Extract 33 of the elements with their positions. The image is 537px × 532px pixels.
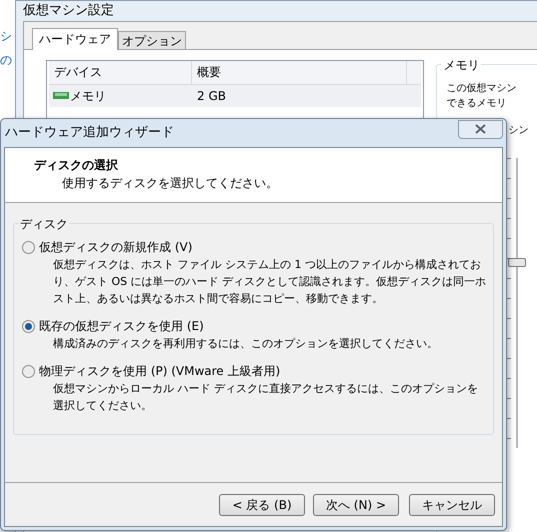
column-header: 概要 [192, 60, 407, 84]
radio-option[interactable]: 物理ディスクを使用 (P) (VMware 上級者用) [22, 362, 487, 380]
radio-option[interactable]: 既存の仮想ディスクを使用 (E) [22, 317, 487, 335]
window-title: 仮想マシン設定 [23, 2, 114, 20]
device-row[interactable]: メモリ 2 GB [49, 84, 422, 106]
background-text: の [0, 52, 13, 68]
close-icon [475, 124, 486, 134]
radio-button[interactable] [22, 320, 35, 332]
memory-slider[interactable] [506, 158, 528, 448]
radio-button[interactable] [22, 364, 35, 378]
wizard-button[interactable]: 次へ (N) > [313, 494, 399, 516]
slider-thumb[interactable] [508, 258, 526, 267]
memory-description: できるメモリ [446, 96, 506, 110]
memory-description: この仮想マシン [446, 82, 516, 96]
radio-option[interactable]: 仮想ディスクの新規作成 (V) [22, 238, 487, 256]
memory-icon [53, 91, 69, 100]
tab[interactable]: ハードウェア [32, 28, 118, 50]
tab[interactable]: オプション [118, 30, 186, 48]
radio-button[interactable] [22, 240, 35, 254]
wizard-button[interactable]: キャンセル [409, 494, 495, 516]
header-subtitle: 使用するディスクを選択してください。 [61, 175, 279, 192]
wizard-button[interactable]: < 戻る (B) [219, 494, 305, 516]
option-description: 仮想マシンからローカル ハード ディスクに直接アクセスするには、このオプションを選択してください。 [52, 381, 479, 414]
memory-label: シン [508, 124, 528, 138]
close-button[interactable] [458, 120, 503, 138]
option-description: 構成済みのディスクを再利用するには、このオプションを選択してください。 [52, 336, 439, 352]
device-name: メモリ [70, 88, 106, 104]
background-text: シ [0, 28, 13, 44]
device-summary: 2 GB [196, 88, 226, 104]
header-title: ディスクの選択 [34, 157, 119, 174]
option-description: 仮想ディスクは、ホスト ファイル システム上の 1 つ以上のファイルから構成されており、ゲスト OS には単一のハード ディスクとして認識されます。仮想ディスクは同一ホスト上、あるいは異なるホスト間で容易にコピー、移動できます。 [52, 257, 487, 307]
column-header: デバイス [49, 60, 192, 84]
window-title: ハードウェア追加ウィザード [4, 124, 174, 142]
